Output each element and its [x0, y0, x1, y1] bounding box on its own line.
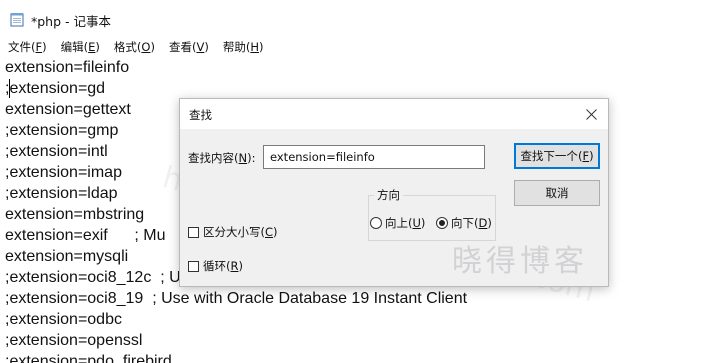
menubar: 文件(F) 编辑(E) 格式(O) 查看(V) 帮助(H): [0, 38, 703, 57]
editor-line: extension=mbstring: [5, 206, 145, 223]
editor-line: ;extension=ldap: [5, 185, 118, 202]
window-title: *php - 记事本: [31, 14, 111, 29]
find-what-label: 查找内容(N):: [188, 151, 256, 165]
radio-up-indicator[interactable]: [370, 217, 382, 229]
menu-file[interactable]: 文件(F): [0, 38, 53, 57]
window-titlebar: *php - 记事本: [0, 0, 703, 38]
editor-line: extension=fileinfo: [5, 59, 130, 76]
editor-line: ;extension=openssl: [5, 332, 143, 349]
menu-view[interactable]: 查看(V): [161, 38, 215, 57]
editor-line: ;extension=intl: [5, 143, 108, 160]
text-caret: [9, 79, 10, 98]
close-button[interactable]: [582, 105, 600, 123]
find-next-button[interactable]: 查找下一个(F): [514, 143, 600, 169]
menu-format[interactable]: 格式(O): [106, 38, 161, 57]
editor-line: extension=mysqli: [5, 248, 129, 265]
find-dialog-titlebar[interactable]: 查找: [180, 99, 608, 129]
menu-help[interactable]: 帮助(H): [215, 38, 270, 57]
wrap-around-checkbox[interactable]: 循环(R): [188, 258, 243, 274]
cancel-button[interactable]: 取消: [514, 180, 600, 206]
editor-line: ;extension=gd: [5, 80, 106, 97]
editor-line: ;extension=imap: [5, 164, 122, 181]
direction-up-radio[interactable]: 向上(U): [370, 215, 425, 231]
find-dialog-title: 查找: [189, 108, 212, 122]
editor-line: ;extension=oci8_19 ; Use with Oracle Dat…: [5, 290, 468, 307]
radio-down-indicator[interactable]: [436, 217, 448, 229]
editor-line: ;extension=pdo_firebird: [5, 353, 172, 363]
direction-down-radio[interactable]: 向下(D): [436, 215, 492, 231]
find-what-input[interactable]: [263, 145, 485, 169]
editor-line: ;extension=gmp: [5, 122, 119, 139]
match-case-checkbox[interactable]: 区分大小写(C): [188, 224, 278, 240]
menu-edit[interactable]: 编辑(E): [53, 38, 106, 57]
match-case-box[interactable]: [188, 226, 199, 238]
direction-label: 方向: [374, 187, 403, 203]
editor-line: extension=exif ; Mu: [5, 227, 166, 244]
editor-line: ;extension=oci8_12c ; U: [5, 269, 181, 286]
find-dialog: 查找 查找内容(N): 查找下一个(F) 取消 方向 向上(U) 向下(D) 区…: [179, 98, 609, 287]
editor-line: extension=gettext: [5, 101, 131, 118]
editor-line: ;extension=odbc: [5, 311, 122, 328]
close-icon: [585, 108, 597, 120]
notepad-icon: [10, 13, 24, 27]
wrap-around-box[interactable]: [188, 260, 199, 272]
